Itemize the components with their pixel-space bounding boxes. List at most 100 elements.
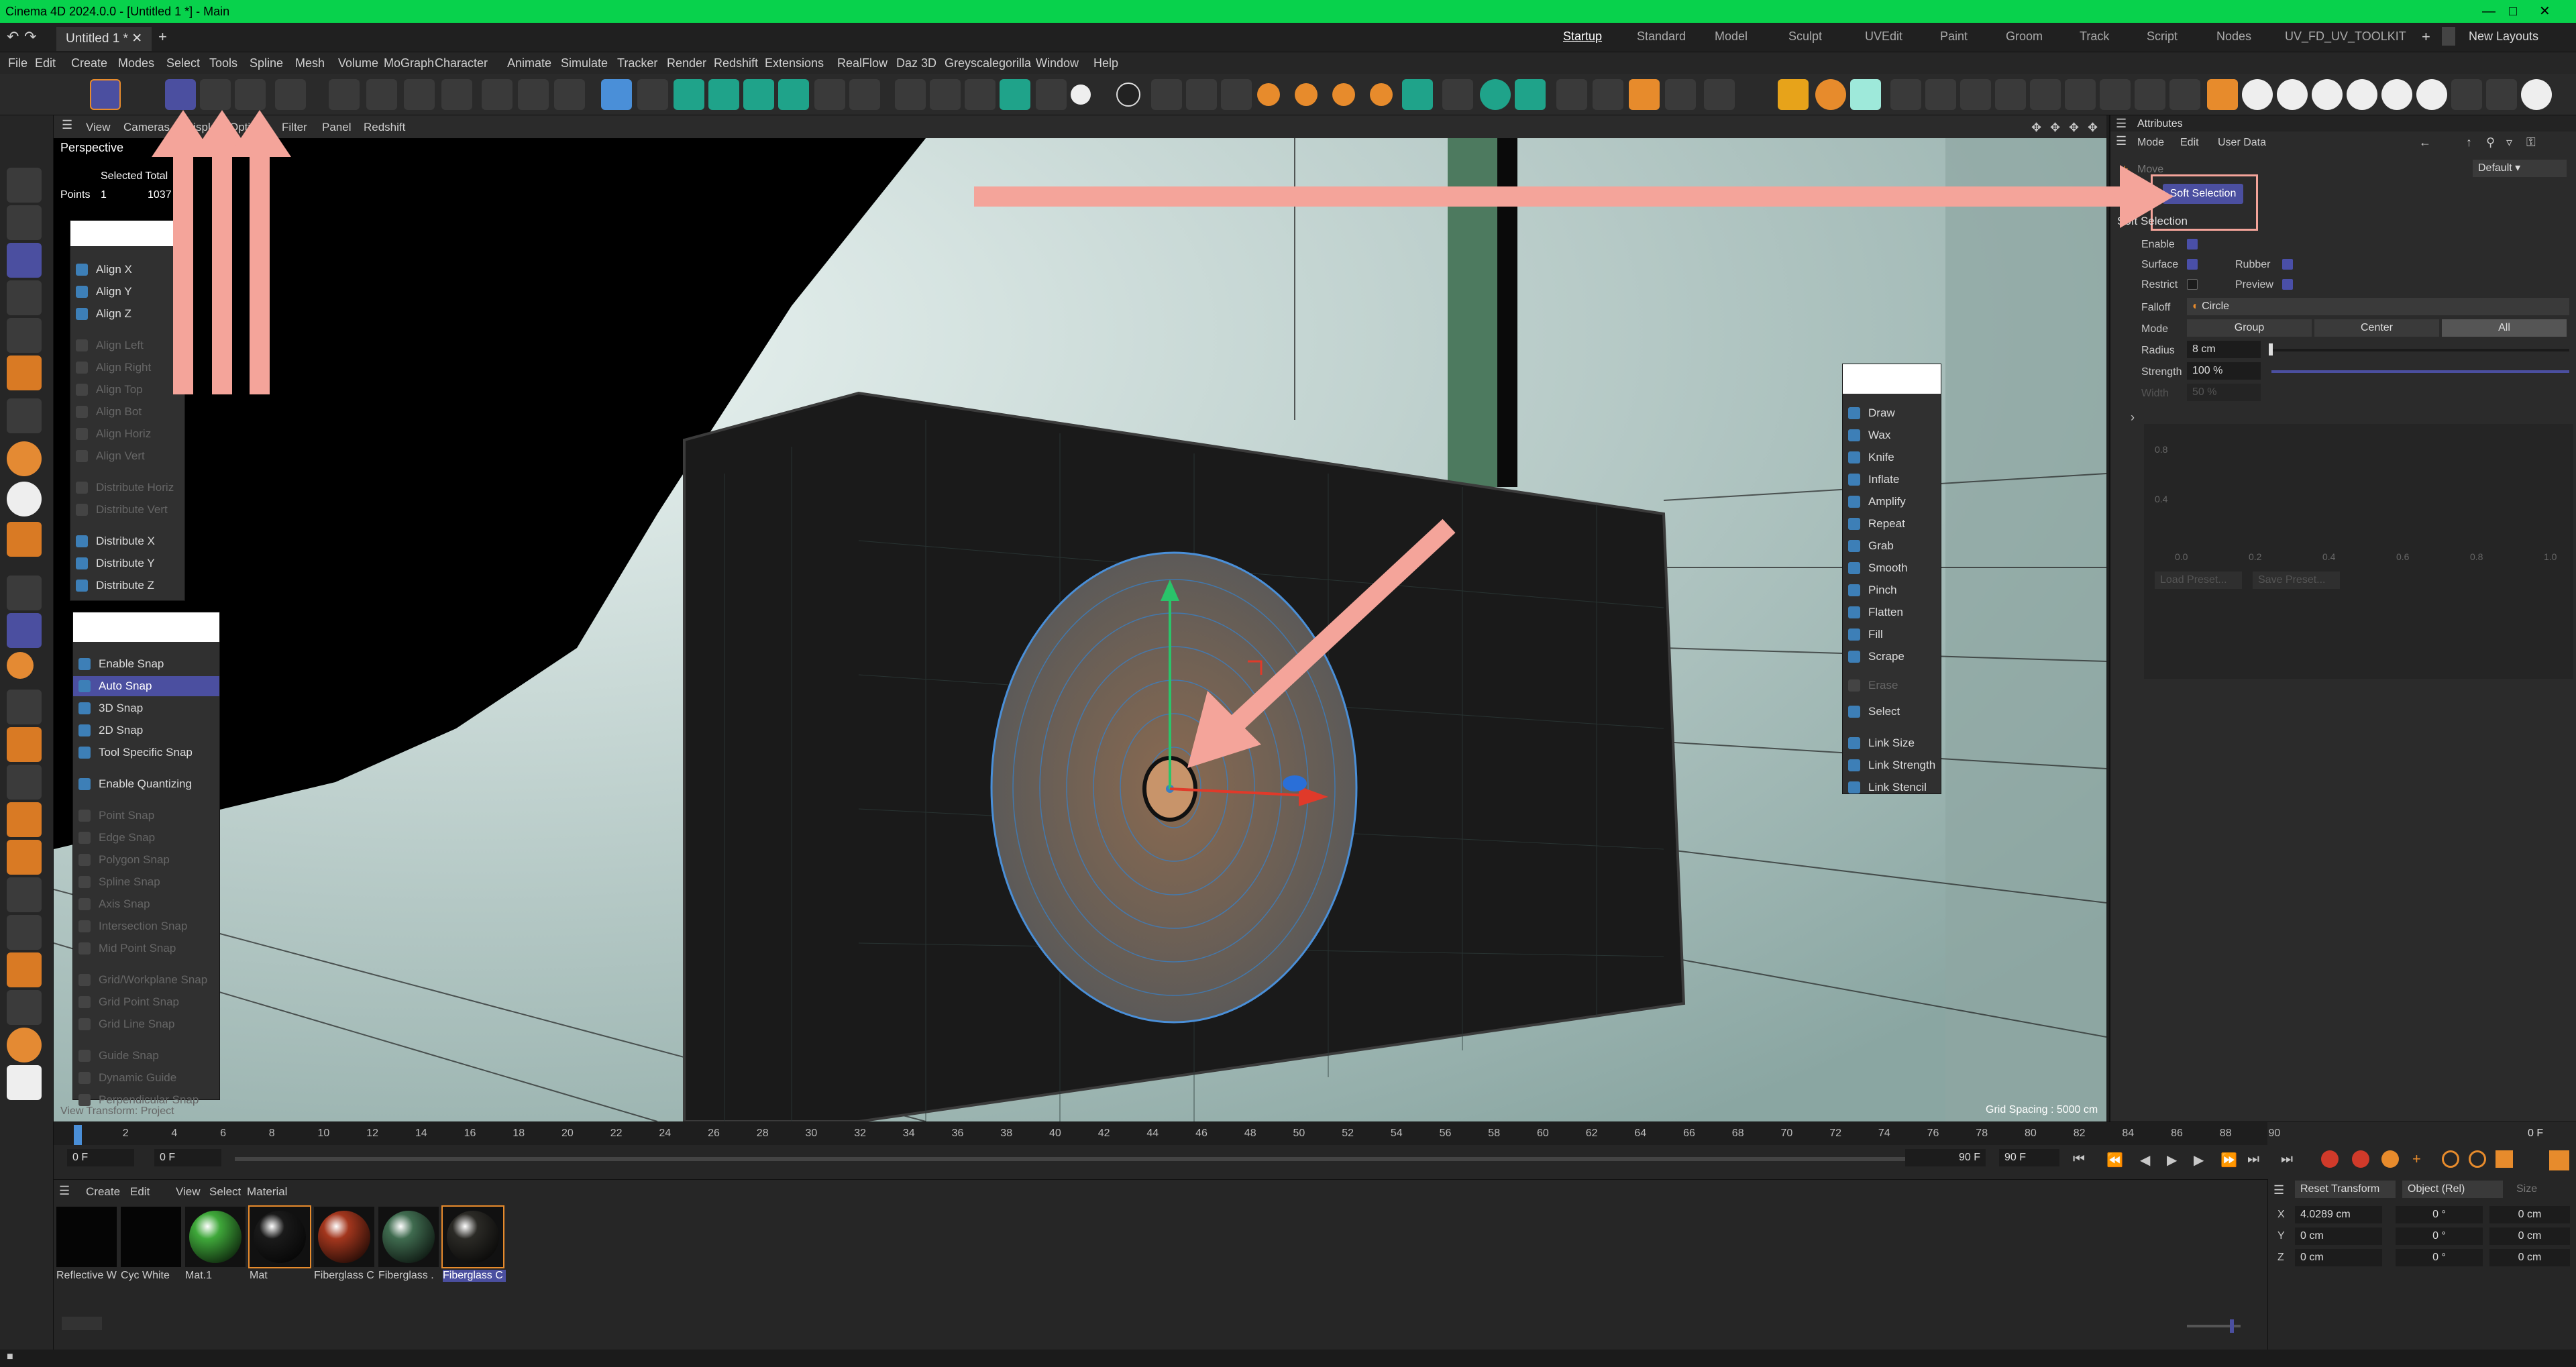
go-start-icon[interactable]: ⏮ [2073, 1152, 2085, 1167]
auto-key-icon[interactable] [2352, 1150, 2369, 1168]
symmetry-icon[interactable] [7, 690, 42, 724]
magic-icon[interactable] [1704, 79, 1735, 110]
coordinate-menu-icon[interactable]: ☰ [2273, 1183, 2284, 1197]
viewport-menu-panel[interactable]: Panel [322, 121, 351, 134]
material-swatch[interactable] [185, 1207, 246, 1267]
key-selection-icon[interactable] [2381, 1150, 2399, 1168]
extrude-icon[interactable] [708, 79, 739, 110]
mode-all[interactable]: All [2442, 319, 2567, 337]
expand-graph-icon[interactable]: › [2131, 411, 2135, 425]
minimize-icon[interactable]: — [2482, 0, 2496, 23]
menu-extensions[interactable]: Extensions [765, 56, 824, 70]
reset-transform-button[interactable]: Reset Transform [2295, 1181, 2396, 1198]
rubber-checkbox[interactable] [2282, 259, 2293, 270]
material-swatch[interactable] [248, 1205, 311, 1268]
size-mode-dropdown[interactable]: Size [2516, 1183, 2537, 1195]
current-frame-field[interactable]: 0 F [2522, 1125, 2569, 1142]
menu-item-select[interactable]: Select [1843, 702, 1941, 722]
layout-tab-sculpt[interactable]: Sculpt [1788, 30, 1822, 44]
key-scale-icon[interactable] [2469, 1150, 2486, 1168]
preview-end-field[interactable]: 90 F [1905, 1149, 1986, 1166]
uv-tool7-icon[interactable] [2100, 79, 2131, 110]
uv-tool6-icon[interactable] [2065, 79, 2096, 110]
layout-tab-paint[interactable]: Paint [1940, 30, 1968, 44]
layout-tab-track[interactable]: Track [2080, 30, 2109, 44]
menu-mesh[interactable]: Mesh [295, 56, 325, 70]
maximize-view-icon[interactable]: ✥ [2088, 121, 2098, 135]
layout-tab-model[interactable]: Model [1715, 30, 1748, 44]
material-swatch[interactable] [441, 1205, 504, 1268]
greyscalegorilla-icon[interactable] [1480, 79, 1511, 110]
wave5-icon[interactable] [2381, 79, 2412, 110]
environment-icon[interactable] [849, 79, 880, 110]
position-z-field[interactable]: 0 cm [2295, 1249, 2382, 1266]
art-icon[interactable] [1402, 79, 1433, 110]
layout-tab-startup[interactable]: Startup [1563, 30, 1602, 44]
recycle-icon[interactable] [7, 1028, 42, 1062]
subdivision-surface-icon[interactable] [674, 79, 704, 110]
new-tab-icon[interactable]: + [158, 28, 167, 46]
make-editable-icon[interactable] [7, 168, 42, 203]
material-zoom-handle[interactable] [2230, 1319, 2234, 1333]
menu-help[interactable]: Help [1093, 56, 1118, 70]
next-key-icon[interactable]: ⏩ [2220, 1152, 2237, 1168]
menu-item-smooth[interactable]: Smooth [1843, 558, 1941, 578]
menu-item-enable-snap[interactable]: Enable Snap [73, 654, 219, 674]
character-icon[interactable] [1556, 79, 1587, 110]
wave1-icon[interactable] [2242, 79, 2273, 110]
rotation-y-field[interactable]: 0 ° [2396, 1227, 2483, 1245]
uv-tool3-icon[interactable] [1960, 79, 1991, 110]
menu-item-inflate[interactable]: Inflate [1843, 470, 1941, 490]
render-region-icon[interactable] [482, 79, 513, 110]
menu-tools[interactable]: Tools [209, 56, 237, 70]
uv-tool8-icon[interactable] [2135, 79, 2165, 110]
key-position-icon[interactable]: + [2412, 1150, 2421, 1168]
up-arrow-icon[interactable]: ↑ [2466, 135, 2472, 150]
strength-field[interactable]: 100 % [2187, 362, 2261, 380]
menu-item-wax[interactable]: Wax [1843, 425, 1941, 445]
record-icon[interactable] [2451, 79, 2482, 110]
material-swatch[interactable] [314, 1207, 374, 1267]
points-mode-icon[interactable] [7, 243, 42, 278]
menu-item-scrape[interactable]: Scrape [1843, 647, 1941, 667]
load-preset-button[interactable]: Load Preset... [2155, 571, 2242, 589]
rotate-view-icon[interactable]: ✥ [2050, 121, 2060, 135]
y-axis-lock-icon[interactable] [366, 79, 397, 110]
bracket-icon[interactable] [7, 990, 42, 1025]
falloff-graph[interactable] [2144, 424, 2573, 679]
menu-item-grab[interactable]: Grab [1843, 536, 1941, 556]
field-icon[interactable] [778, 79, 809, 110]
attributes-menu-icon[interactable]: ☰ [2116, 134, 2127, 148]
wave3-icon[interactable] [2312, 79, 2343, 110]
mode-group[interactable]: Group [2187, 319, 2312, 337]
material-menu-icon[interactable]: ☰ [59, 1184, 70, 1198]
attr-tab-edit[interactable]: Edit [2180, 137, 2199, 149]
menu-tracker[interactable]: Tracker [617, 56, 657, 70]
hair-icon[interactable] [1036, 79, 1067, 110]
cloner-icon[interactable] [743, 79, 774, 110]
radius-slider[interactable] [2271, 349, 2569, 351]
menu-daz-3d[interactable]: Daz 3D [896, 56, 936, 70]
render-settings-icon[interactable] [554, 79, 585, 110]
live-selection-icon[interactable] [90, 79, 121, 110]
timeline-ruler[interactable]: 0246810121416182022242628303234363840424… [54, 1122, 2280, 1145]
menu-item-link-size[interactable]: Link Size [1843, 733, 1941, 753]
menu-greyscalegorilla[interactable]: Greyscalegorilla [945, 56, 1031, 70]
layout-menu-icon[interactable] [2442, 27, 2455, 46]
rotation-z-field[interactable]: 0 ° [2396, 1249, 2483, 1266]
solo-icon[interactable] [7, 576, 42, 610]
material-menu-edit[interactable]: Edit [130, 1185, 150, 1199]
go-end-icon[interactable]: ⏭ [2247, 1152, 2259, 1167]
realflow-icon[interactable] [1000, 79, 1030, 110]
plugin-b-icon[interactable] [1778, 79, 1809, 110]
back-arrow-icon[interactable]: ← [2419, 135, 2431, 150]
prev-key-icon[interactable]: ⏪ [2106, 1152, 2123, 1168]
layout-tab-standard[interactable]: Standard [1637, 30, 1686, 44]
redo-icon[interactable]: ↷ [24, 28, 36, 46]
pen-icon[interactable] [637, 79, 668, 110]
add-layout-icon[interactable]: + [2422, 28, 2430, 46]
coordinate-space-dropdown[interactable]: Object (Rel) [2402, 1181, 2503, 1198]
scripts-icon[interactable] [7, 1065, 42, 1100]
menu-animate[interactable]: Animate [507, 56, 551, 70]
edges-mode-icon[interactable] [7, 280, 42, 315]
